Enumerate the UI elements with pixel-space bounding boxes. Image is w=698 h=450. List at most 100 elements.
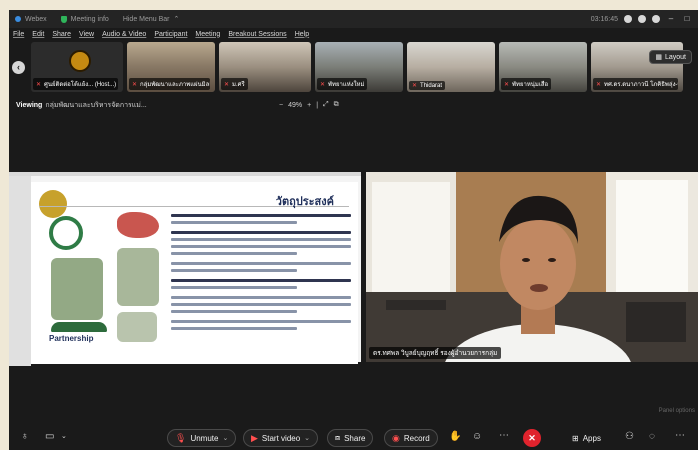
organization-logo-icon: [69, 50, 91, 72]
menu-audio-video[interactable]: Audio & Video: [102, 31, 146, 38]
maximize-icon[interactable]: □: [682, 15, 692, 23]
participant-name: พัทยาหนุ่มเสือ: [512, 82, 549, 88]
muted-mic-icon: ✕: [224, 81, 230, 88]
zoom-in-button[interactable]: +: [307, 102, 311, 109]
start-video-button[interactable]: ▶ Start video ⌄: [243, 429, 319, 447]
participant-name-tag: ✕ ม.ศรี: [221, 78, 248, 90]
active-speaker-video[interactable]: ดร.ทศพล วิบูลย์บุญฤทธิ์ รองผู้อำนวยการกล…: [366, 172, 698, 362]
participant-name: Thidarat: [420, 82, 443, 89]
notification-icon[interactable]: [624, 15, 632, 23]
participant-thumbnail[interactable]: ✕ Thidarat: [407, 42, 495, 92]
participant-thumbnail[interactable]: ✕ พัทยาแห่งใหม่: [315, 42, 403, 92]
muted-mic-icon: ✕: [320, 81, 326, 88]
speaker-video-scene: [366, 172, 698, 362]
menu-bar: File Edit Share View Audio & Video Parti…: [9, 28, 698, 40]
objective-line: [171, 269, 297, 272]
objective-line: [171, 231, 351, 234]
participant-name-tag: ✕ ศูนย์ติดต่อโต้แย้ง... (Host...): [33, 78, 118, 90]
chat-icon[interactable]: ◌: [649, 431, 655, 442]
cooperation-logo-icon: [49, 216, 83, 250]
account-icon[interactable]: [638, 15, 646, 23]
objective-line: [171, 221, 297, 224]
menu-view[interactable]: View: [79, 31, 94, 38]
shared-screen[interactable]: วัตถุประสงค์ Partnership: [9, 172, 361, 366]
app-name: Webex: [25, 15, 47, 23]
menu-meeting[interactable]: Meeting: [195, 31, 220, 38]
help-icon[interactable]: [652, 15, 660, 23]
muted-mic-icon: ✕: [36, 81, 42, 88]
record-button[interactable]: ◉ Record: [384, 429, 438, 447]
muted-mic-icon: ✕: [596, 81, 602, 88]
viewing-prefix: Viewing: [16, 101, 43, 109]
viewing-source: กลุ่มพัฒนาและบริหารจัดการแม่...: [45, 101, 147, 109]
participant-thumbnail[interactable]: ✕ กลุ่มพัฒนาและภาพแผ่นมิลลิ...: [127, 42, 215, 92]
more-options-icon[interactable]: ⋯: [499, 430, 509, 441]
webex-meeting-window: Webex Meeting info Hide Menu Bar ⌃ 03:16…: [9, 10, 698, 450]
slide-thumbnail-pane: [9, 176, 31, 366]
chat-bubble-icon[interactable]: ▭: [45, 431, 54, 442]
meeting-info-button[interactable]: Meeting info: [60, 15, 109, 23]
map-area-thumbnails: [51, 258, 103, 320]
title-bar: Webex Meeting info Hide Menu Bar ⌃ 03:16…: [9, 10, 698, 28]
muted-mic-icon: 🎙: [175, 432, 187, 443]
menu-help[interactable]: Help: [295, 31, 309, 38]
menu-edit[interactable]: Edit: [32, 31, 44, 38]
presentation-slide: วัตถุประสงค์ Partnership: [31, 182, 358, 364]
layout-grid-icon: ▦: [655, 54, 662, 61]
viewing-bar: Viewing กลุ่มพัฒนาและบริหารจัดการแม่... …: [9, 98, 698, 112]
participant-thumbnail[interactable]: ✕ ศูนย์ติดต่อโต้แย้ง... (Host...): [31, 42, 123, 92]
title-bar-right: 03:16:45 – □: [591, 15, 692, 23]
emoji-reaction-icon[interactable]: ☺: [472, 431, 482, 442]
objective-line: [171, 262, 351, 265]
apps-button[interactable]: ⊞ Apps: [565, 429, 608, 447]
apps-grid-icon: ⊞: [572, 433, 579, 443]
menu-breakout-sessions[interactable]: Breakout Sessions: [228, 31, 286, 38]
zoom-out-button[interactable]: −: [279, 102, 283, 109]
reactions-icon[interactable]: ♁: [21, 431, 29, 442]
participant-gallery: ‹ ✕ ศูนย์ติดต่อโต้แย้ง... (Host...) ✕ กล…: [9, 40, 698, 96]
participant-name: ม.ศรี: [232, 82, 245, 88]
meeting-info-label: Meeting info: [70, 15, 109, 23]
chevron-down-icon[interactable]: ⌄: [304, 434, 310, 442]
unmute-label: Unmute: [190, 433, 219, 443]
participant-thumbnail[interactable]: ✕ ม.ศรี: [219, 42, 311, 92]
layout-label: Layout: [664, 53, 686, 61]
objective-line: [171, 310, 297, 313]
popout-icon[interactable]: ⧉: [334, 101, 339, 109]
chevron-down-icon[interactable]: ⌄: [61, 432, 67, 440]
raise-hand-icon[interactable]: ✋: [449, 431, 461, 442]
webex-logo-icon: [15, 16, 21, 22]
map-region-green: [117, 248, 159, 306]
leave-meeting-button[interactable]: ✕: [523, 429, 541, 447]
participant-name: กลุ่มพัฒนาและภาพแผ่นมิลลิ...: [140, 82, 210, 88]
objective-line: [171, 296, 351, 299]
menu-share[interactable]: Share: [52, 31, 71, 38]
apps-label: Apps: [582, 433, 601, 443]
muted-mic-icon: ✕: [412, 83, 418, 89]
objective-line: [171, 327, 297, 330]
map-region-red: [117, 212, 159, 238]
objective-line: [171, 214, 351, 217]
record-label: Record: [403, 433, 430, 443]
panel-options-hint: Panel options: [658, 408, 695, 414]
menu-participant[interactable]: Participant: [154, 31, 187, 38]
meeting-timer: 03:16:45: [590, 15, 618, 23]
participant-name-tag: ✕ พัทยาแห่งใหม่: [317, 78, 368, 90]
participant-name-tag: ✕ พัทยาหนุ่มเสือ: [501, 78, 552, 90]
minimize-icon[interactable]: –: [666, 15, 676, 23]
gallery-prev-arrow-icon[interactable]: ‹: [12, 61, 25, 74]
unmute-button[interactable]: 🎙 Unmute ⌄: [167, 429, 237, 447]
more-panels-icon[interactable]: ⋯: [675, 430, 685, 441]
layout-button[interactable]: ▦ Layout: [649, 50, 692, 64]
participants-icon[interactable]: ⚇: [625, 431, 634, 442]
share-button[interactable]: ⧈ Share: [327, 429, 374, 447]
participant-name: ศูนย์ติดต่อโต้แย้ง... (Host...): [44, 82, 117, 88]
hide-menu-bar-button[interactable]: Hide Menu Bar ⌃: [123, 15, 180, 24]
menu-file[interactable]: File: [13, 31, 24, 38]
zoom-controls: − 49% + | ⤢ ⧉: [279, 101, 339, 109]
share-screen-icon: ⧈: [335, 433, 341, 442]
fit-to-window-icon[interactable]: ⤢: [323, 101, 329, 109]
zoom-level: 49%: [288, 101, 303, 109]
chevron-down-icon[interactable]: ⌄: [222, 434, 228, 442]
participant-thumbnail[interactable]: ✕ พัทยาหนุ่มเสือ: [499, 42, 587, 92]
